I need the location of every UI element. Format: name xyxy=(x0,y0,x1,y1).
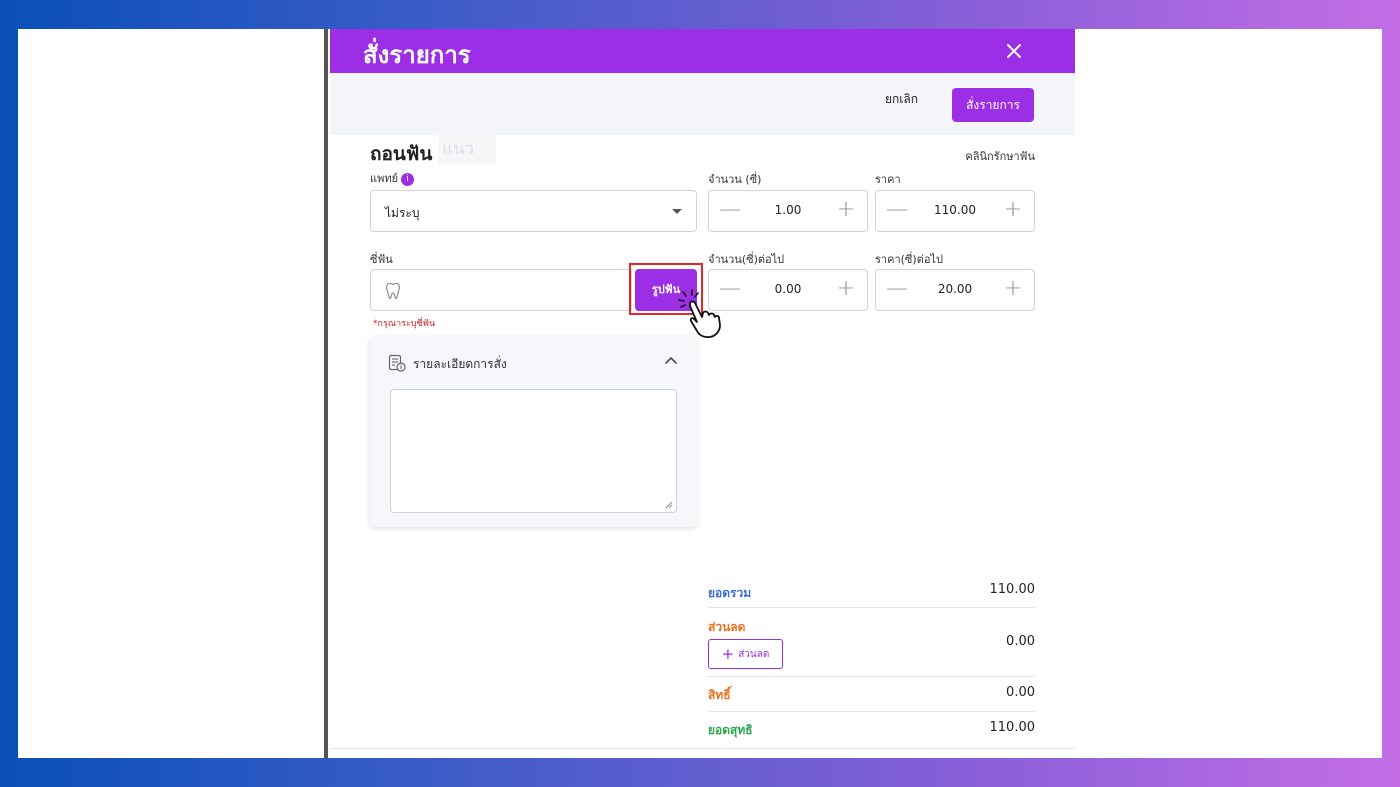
close-icon xyxy=(1007,44,1021,58)
resize-grip-icon[interactable] xyxy=(665,501,673,509)
total-value: 110.00 xyxy=(989,582,1036,597)
price-increment-button[interactable]: + xyxy=(992,191,1034,231)
summary-divider xyxy=(708,676,1035,677)
backdrop-edge xyxy=(324,29,328,758)
modal-bottom-divider xyxy=(330,748,1075,749)
next-price-label: ราคา(ซี่)ต่อไป xyxy=(875,253,943,266)
tooth-label: ซี่ฟัน xyxy=(370,253,393,266)
add-discount-label: ส่วนลด xyxy=(738,649,770,660)
screen-canvas: สั่งรายการ ยกเลิก สั่งรายการ แนว ถอนฟัน … xyxy=(18,29,1382,758)
order-details-card: รายละเอียดการสั่ง xyxy=(370,335,697,527)
info-icon[interactable]: i xyxy=(401,173,415,186)
modal-title: สั่งรายการ xyxy=(363,41,471,69)
discount-value: 0.00 xyxy=(1006,634,1035,649)
quantity-increment-button[interactable]: + xyxy=(825,191,867,231)
chevron-up-icon[interactable] xyxy=(663,353,679,369)
quantity-label: จำนวน (ซี่) xyxy=(708,173,762,186)
next-quantity-label: จำนวน(ซี่)ต่อไป xyxy=(708,253,785,266)
summary-divider xyxy=(708,711,1035,712)
add-discount-button[interactable]: + ส่วนลด xyxy=(708,639,783,669)
close-button[interactable] xyxy=(1001,38,1027,64)
next-price-value[interactable]: 20.00 xyxy=(918,282,992,296)
submit-order-button[interactable]: สั่งรายการ xyxy=(952,88,1034,122)
summary-divider xyxy=(708,607,1035,608)
next-price-increment-button[interactable]: + xyxy=(992,270,1034,310)
clinic-label: คลินิกรักษาฟัน xyxy=(965,150,1035,163)
plus-icon: + xyxy=(721,645,735,663)
chevron-down-icon xyxy=(672,209,682,214)
quantity-stepper: — 1.00 + xyxy=(708,190,868,232)
net-value: 110.00 xyxy=(989,720,1036,735)
next-quantity-decrement-button[interactable]: — xyxy=(709,270,751,310)
doctor-select[interactable]: ไม่ระบุ xyxy=(370,190,697,232)
next-quantity-value[interactable]: 0.00 xyxy=(751,282,825,296)
quantity-decrement-button[interactable]: — xyxy=(709,191,751,231)
rights-value: 0.00 xyxy=(1006,685,1035,700)
discount-label: ส่วนลด xyxy=(708,620,746,634)
quantity-value[interactable]: 1.00 xyxy=(751,203,825,217)
actions-bar: ยกเลิก สั่งรายการ xyxy=(330,73,1075,135)
cancel-button[interactable]: ยกเลิก xyxy=(885,90,918,109)
document-info-icon xyxy=(388,354,406,372)
order-details-title: รายละเอียดการสั่ง xyxy=(413,357,507,371)
price-label: ราคา xyxy=(875,173,901,186)
tooth-input[interactable] xyxy=(370,269,632,311)
tooth-error-message: *กรุณาระบุซี่ฟัน xyxy=(373,319,436,329)
price-stepper: — 110.00 + xyxy=(875,190,1035,232)
total-label: ยอดรวม xyxy=(708,586,752,600)
doctor-select-value: ไม่ระบุ xyxy=(385,206,420,220)
price-value[interactable]: 110.00 xyxy=(918,203,992,217)
next-quantity-stepper: — 0.00 + xyxy=(708,269,868,311)
item-title: ถอนฟัน xyxy=(370,143,433,165)
order-modal: สั่งรายการ ยกเลิก สั่งรายการ แนว ถอนฟัน … xyxy=(330,29,1075,758)
next-quantity-increment-button[interactable]: + xyxy=(825,270,867,310)
title-ghost-text: แนว xyxy=(438,133,496,165)
net-label: ยอดสุทธิ xyxy=(708,723,753,737)
next-price-decrement-button[interactable]: — xyxy=(876,270,918,310)
next-price-stepper: — 20.00 + xyxy=(875,269,1035,311)
rights-label: สิทธิ์ xyxy=(708,688,731,702)
doctor-label-row: แพทย์ i xyxy=(370,169,415,187)
tooth-icon xyxy=(386,282,400,299)
modal-header: สั่งรายการ xyxy=(330,29,1075,73)
price-decrement-button[interactable]: — xyxy=(876,191,918,231)
doctor-label: แพทย์ xyxy=(370,172,399,185)
order-details-textarea[interactable] xyxy=(390,389,677,513)
